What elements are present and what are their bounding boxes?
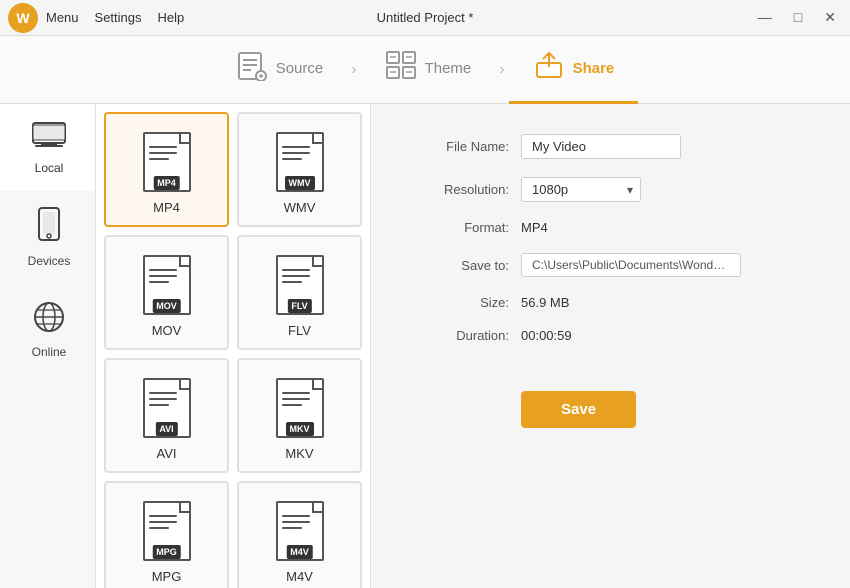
theme-tab-icon: [385, 49, 417, 88]
format-item-mkv[interactable]: MKV MKV: [237, 358, 362, 473]
avi-badge: AVI: [155, 422, 177, 436]
m4v-label: M4V: [286, 569, 313, 584]
format-row: Format: MP4: [411, 220, 810, 235]
save-to-input[interactable]: [521, 253, 741, 277]
arrow-2: ›: [499, 61, 504, 79]
sidebar-item-local[interactable]: Local: [0, 104, 95, 191]
flv-icon: FLV: [272, 253, 328, 317]
format-item-avi[interactable]: AVI AVI: [104, 358, 229, 473]
online-icon: [32, 300, 66, 341]
duration-value: 00:00:59: [521, 328, 572, 343]
sidebar-item-online[interactable]: Online: [0, 284, 95, 375]
size-row: Size: 56.9 MB: [411, 295, 810, 310]
flv-label: FLV: [288, 323, 311, 338]
resolution-select[interactable]: 720p 1080p 4K: [521, 177, 641, 202]
menu-bar: Menu Settings Help: [46, 10, 184, 25]
share-tab-icon: [533, 49, 565, 88]
m4v-badge: M4V: [286, 545, 313, 559]
arrow-1: ›: [351, 61, 356, 79]
format-grid: MP4 MP4 WMV: [104, 112, 362, 588]
main-area: Local Devices: [0, 104, 850, 588]
share-tab-label: Share: [573, 60, 615, 77]
save-to-row: Save to:: [411, 253, 810, 277]
file-name-row: File Name:: [411, 134, 810, 159]
mp4-badge: MP4: [153, 176, 180, 190]
save-to-label: Save to:: [411, 258, 521, 273]
devices-label: Devices: [28, 254, 71, 268]
format-item-mov[interactable]: MOV MOV: [104, 235, 229, 350]
avi-label: AVI: [157, 446, 177, 461]
wmv-badge: WMV: [285, 176, 315, 190]
mpg-icon: MPG: [139, 499, 195, 563]
sidebar-item-devices[interactable]: Devices: [0, 191, 95, 284]
logo-letter: W: [16, 10, 29, 26]
minimize-button[interactable]: —: [752, 7, 778, 28]
online-label: Online: [32, 345, 67, 359]
mpg-badge: MPG: [152, 545, 181, 559]
nav-tabs: Source › Theme ›: [0, 36, 850, 104]
mp4-label: MP4: [153, 200, 180, 215]
resolution-select-wrap: 720p 1080p 4K ▾: [521, 177, 641, 202]
settings-panel: File Name: Resolution: 720p 1080p 4K ▾ F…: [371, 104, 850, 588]
tab-source[interactable]: Source: [212, 36, 348, 104]
save-button[interactable]: Save: [521, 391, 636, 428]
window-controls: — □ ✕: [752, 7, 842, 28]
size-label: Size:: [411, 295, 521, 310]
format-item-mp4[interactable]: MP4 MP4: [104, 112, 229, 227]
window-title: Untitled Project *: [377, 10, 474, 25]
app-logo: W: [8, 3, 38, 33]
format-panel: MP4 MP4 WMV: [96, 104, 371, 588]
flv-badge: FLV: [287, 299, 311, 313]
mov-badge: MOV: [152, 299, 181, 313]
m4v-icon: M4V: [272, 499, 328, 563]
wmv-icon: WMV: [272, 130, 328, 194]
format-item-wmv[interactable]: WMV WMV: [237, 112, 362, 227]
menu-item-help[interactable]: Help: [158, 10, 185, 25]
wmv-label: WMV: [284, 200, 316, 215]
mov-icon: MOV: [139, 253, 195, 317]
format-item-mpg[interactable]: MPG MPG: [104, 481, 229, 588]
close-button[interactable]: ✕: [818, 7, 842, 28]
tab-share[interactable]: Share: [509, 36, 639, 104]
format-item-m4v[interactable]: M4V M4V: [237, 481, 362, 588]
sidebar: Local Devices: [0, 104, 96, 588]
local-icon: [31, 120, 67, 157]
mkv-badge: MKV: [286, 422, 314, 436]
theme-tab-label: Theme: [425, 60, 472, 77]
format-scroll[interactable]: MP4 MP4 WMV: [96, 104, 370, 588]
size-value: 56.9 MB: [521, 295, 569, 310]
duration-row: Duration: 00:00:59: [411, 328, 810, 343]
mpg-label: MPG: [152, 569, 182, 584]
source-tab-label: Source: [276, 60, 324, 77]
file-name-input[interactable]: [521, 134, 681, 159]
menu-item-settings[interactable]: Settings: [95, 10, 142, 25]
mp4-icon: MP4: [139, 130, 195, 194]
file-name-label: File Name:: [411, 139, 521, 154]
local-label: Local: [35, 161, 64, 175]
format-item-flv[interactable]: FLV FLV: [237, 235, 362, 350]
maximize-button[interactable]: □: [788, 7, 808, 28]
format-label: Format:: [411, 220, 521, 235]
source-tab-icon: [236, 49, 268, 88]
resolution-row: Resolution: 720p 1080p 4K ▾: [411, 177, 810, 202]
duration-label: Duration:: [411, 328, 521, 343]
resolution-label: Resolution:: [411, 182, 521, 197]
tab-theme[interactable]: Theme: [361, 36, 496, 104]
menu-item-menu[interactable]: Menu: [46, 10, 79, 25]
devices-icon: [35, 207, 63, 250]
mkv-icon: MKV: [272, 376, 328, 440]
titlebar: W Menu Settings Help Untitled Project * …: [0, 0, 850, 36]
mkv-label: MKV: [285, 446, 313, 461]
avi-icon: AVI: [139, 376, 195, 440]
format-value: MP4: [521, 220, 548, 235]
mov-label: MOV: [152, 323, 182, 338]
